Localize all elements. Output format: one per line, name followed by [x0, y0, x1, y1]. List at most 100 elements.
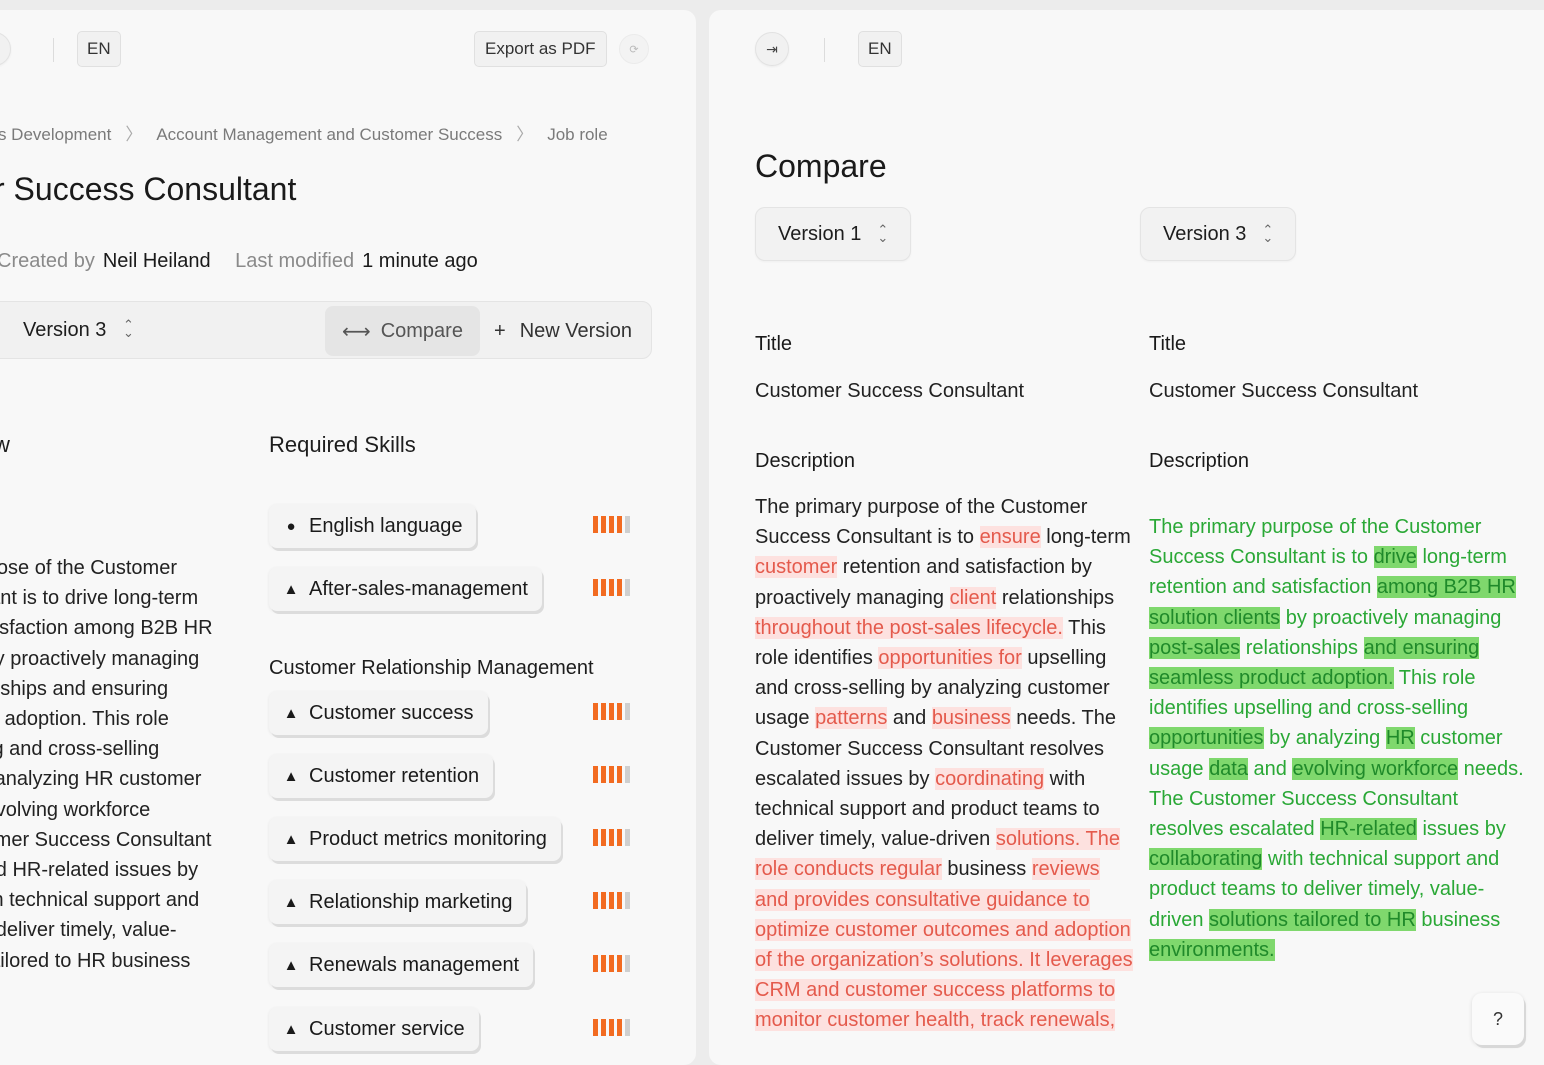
- title-value-a: Customer Success Consultant: [755, 380, 1025, 402]
- description-label-b: Description: [1149, 450, 1250, 472]
- overview-line: satisfaction among B2B HR: [0, 617, 213, 640]
- overview-line: urpose of the Customer: [0, 557, 177, 579]
- diff-inserted-text: environments.: [1149, 938, 1275, 961]
- skill-label: Product metrics monitoring: [309, 827, 547, 850]
- skill-level-bar: [625, 829, 630, 846]
- toolbar-divider: [53, 38, 54, 62]
- title-label-b: Title: [1149, 333, 1187, 355]
- skill-level-bar: [593, 829, 598, 846]
- version-a-select[interactable]: Version 1 ⌃ ⌄: [755, 207, 912, 261]
- skill-level-bar: [617, 766, 622, 783]
- skill-chip[interactable]: ▲ Customer service: [269, 1007, 479, 1051]
- skill-chip[interactable]: ▲ Relationship marketing: [269, 880, 527, 924]
- created-by-label: Created by: [0, 250, 95, 272]
- skill-level-bar: [609, 829, 614, 846]
- skill-chip[interactable]: ▲ Renewals management: [269, 943, 534, 987]
- description-diff-a: The primary purpose of the Customer Succ…: [755, 492, 1135, 1036]
- skill-level-bar: [601, 1019, 606, 1036]
- export-pdf-button[interactable]: Export as PDF: [474, 31, 607, 67]
- skill-level-indicator: [593, 516, 630, 533]
- diff-unchanged-text: relationships: [996, 586, 1115, 609]
- skill-level-bar: [593, 766, 598, 783]
- plus-icon: +: [494, 319, 506, 342]
- skill-level-bar: [625, 1019, 630, 1036]
- skill-level-bar: [601, 955, 606, 972]
- skill-level-bar: [617, 516, 622, 533]
- diff-unchanged-text: and: [887, 707, 932, 730]
- overview-line: luct adoption. This role: [0, 708, 169, 731]
- download-button[interactable]: ↓: [0, 32, 11, 66]
- language-label: EN: [868, 39, 892, 58]
- diff-unchanged-text: relationships: [1240, 636, 1364, 659]
- diff-unchanged-text: and: [1248, 757, 1293, 780]
- skill-level-bar: [617, 579, 622, 596]
- overview-heading: w: [0, 432, 10, 457]
- skill-level-bar: [601, 829, 606, 846]
- job-role-panel: ↓ EN Export as PDF ⟳ ess Development 〉 Acc…: [0, 10, 696, 1065]
- diff-unchanged-text: business: [1415, 908, 1501, 931]
- skill-level-indicator: [593, 955, 630, 972]
- compare-button[interactable]: ⟷ Compare: [325, 306, 480, 356]
- page-title: r Success Consultant: [0, 171, 297, 207]
- skill-level-bar: [609, 703, 614, 720]
- new-version-button[interactable]: + New Version: [494, 306, 632, 356]
- skill-level-bar: [617, 829, 622, 846]
- skill-label: Renewals management: [309, 953, 520, 976]
- skill-label: Customer service: [309, 1017, 465, 1040]
- skill-level-bar: [601, 579, 606, 596]
- skill-chip[interactable]: ▲ After-sales-management: [269, 567, 542, 611]
- triangle-icon: ▲: [283, 767, 299, 785]
- toolbar-divider: [824, 38, 825, 62]
- skill-label: Customer retention: [309, 764, 480, 787]
- language-label: EN: [87, 39, 111, 58]
- overview-line: with technical support and: [0, 889, 200, 912]
- skill-level-bar: [601, 703, 606, 720]
- collapse-panel-button[interactable]: ⇥: [755, 32, 789, 66]
- skill-group-title: Customer Relationship Management: [269, 657, 594, 679]
- version-toolbar: Version 3 ⌃ ⌄ ⟷ Compare + New Version: [0, 301, 652, 359]
- skill-label: Relationship marketing: [309, 890, 513, 913]
- language-button[interactable]: EN: [77, 31, 121, 67]
- skill-level-indicator: [593, 703, 630, 720]
- skill-level-bar: [593, 892, 598, 909]
- breadcrumb-item[interactable]: Account Management and Customer Success: [156, 125, 502, 144]
- language-button[interactable]: EN: [858, 31, 902, 67]
- skill-level-bar: [601, 516, 606, 533]
- triangle-icon: ▲: [283, 580, 299, 598]
- meta-info: Created by Neil Heiland Last modified 1 mi…: [0, 250, 478, 273]
- title-label-a: Title: [755, 333, 793, 355]
- overview-line: stomer Success Consultant: [0, 828, 212, 851]
- skill-level-indicator: [593, 829, 630, 846]
- triangle-icon: ▲: [283, 893, 299, 911]
- diff-inserted-text: solutions tailored to HR: [1209, 908, 1416, 931]
- breadcrumb-item[interactable]: ess Development: [0, 125, 111, 144]
- diff-inserted-text: drive: [1373, 546, 1417, 569]
- collapse-icon: ⇥: [766, 40, 778, 57]
- overview-line: s tailored to HR business: [0, 949, 191, 972]
- diff-deleted-text: throughout the post-sales lifecycle.: [755, 616, 1063, 639]
- skill-level-indicator: [593, 1019, 630, 1036]
- diff-unchanged-text: business: [941, 858, 1032, 881]
- help-button[interactable]: ?: [1472, 993, 1524, 1045]
- skill-chip[interactable]: ▲ Product metrics monitoring: [269, 817, 561, 861]
- overview-text: urpose of the Customer ultant is to driv…: [0, 553, 230, 976]
- diff-deleted-text: business: [931, 707, 1011, 730]
- breadcrumb-item[interactable]: Job role: [547, 125, 607, 144]
- overview-line: lling and cross-selling: [0, 738, 160, 761]
- diff-deleted-text: ensure: [979, 526, 1041, 549]
- diff-inserted-text: HR-related: [1320, 818, 1417, 841]
- version-b-select[interactable]: Version 3 ⌃ ⌄: [1140, 207, 1297, 261]
- refresh-button[interactable]: ⟳: [619, 34, 649, 64]
- diff-inserted-text: data: [1209, 757, 1248, 780]
- skill-level-bar: [625, 955, 630, 972]
- triangle-icon: ▲: [283, 704, 299, 722]
- skill-chip[interactable]: ● English language: [269, 504, 477, 548]
- diff-inserted-text: evolving workforce: [1292, 757, 1459, 780]
- chevron-updown-icon[interactable]: ⌃ ⌄: [123, 318, 134, 339]
- triangle-icon: ▲: [283, 956, 299, 974]
- skill-chip[interactable]: ▲ Customer success: [269, 691, 488, 735]
- skill-chip[interactable]: ▲ Customer retention: [269, 754, 494, 798]
- diff-inserted-text: post-sales: [1149, 636, 1241, 659]
- diff-deleted-text: opportunities for: [878, 647, 1022, 670]
- version-select[interactable]: Version 3: [23, 319, 106, 342]
